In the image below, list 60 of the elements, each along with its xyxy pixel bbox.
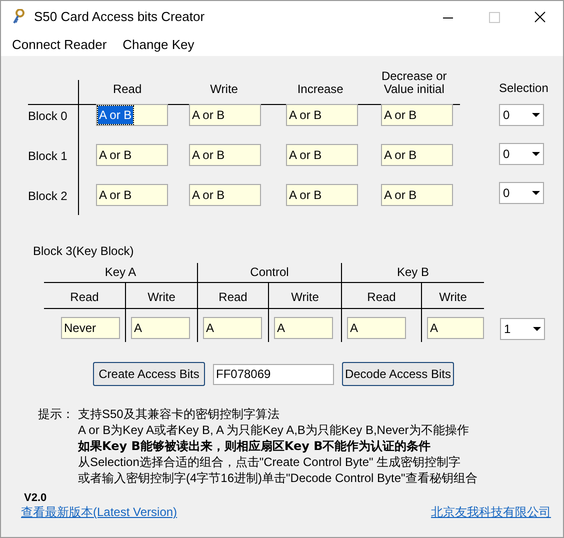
group-header: Key A [104,264,136,281]
row-label: Block 0 [28,109,68,123]
input-field[interactable]: A or B [286,144,358,166]
tip-text: A or B为Key A或者Key B, A 为只能Key A,B为只能Key B,Never为不能操作 [78,422,469,438]
input-field[interactable]: A or B [381,184,453,206]
tip-text: 如果Key B能够被读出来，则相应扇区Key B不能作为认证的条件 [78,438,431,454]
company-link[interactable]: 北京友我科技有限公司 [431,505,551,519]
caret-icon [533,327,541,331]
decode-access-bits-button[interactable]: Decode Access Bits [342,362,454,386]
input-field[interactable]: A or B [286,104,358,126]
create-access-bits-button[interactable]: Create Access Bits [93,362,205,386]
input-field[interactable]: A or B [286,184,358,206]
column-header: Selection [499,80,548,97]
column-header: Write [439,289,467,306]
column-header: Read [70,289,99,306]
row-label: Block 1 [28,149,68,163]
tip-text: 从Selection选择合适的组合，点击"Create Control Byte" 生成密钥控制字 [78,454,461,470]
window-title: S50 Card Access bits Creator [34,8,205,26]
input-field[interactable]: A [131,317,190,339]
input-field[interactable]: A or B [189,184,261,206]
column-header: Write [209,83,239,96]
input-field[interactable]: A [274,317,333,339]
column-header: Write [291,289,319,306]
input-field[interactable]: A [203,317,262,339]
access-bits-field[interactable]: FF078069 [213,364,334,384]
dropdown[interactable]: 0 [499,182,544,204]
version-label: V2.0 [24,492,47,504]
input-field[interactable]: A or B [96,144,168,166]
column-header: Read [112,83,143,96]
caret-icon [532,191,540,195]
tips-label: 提示： [38,406,75,423]
input-field[interactable]: A or B [189,144,261,166]
input-field[interactable]: Never [61,317,120,339]
column-header: Read [218,289,248,306]
menu-item[interactable]: Change Key [114,34,202,54]
dropdown[interactable]: 0 [499,143,544,165]
group-header: Control [250,264,289,281]
row-label: Block 2 [28,189,68,203]
input-field[interactable]: A or B [381,144,453,166]
input-field[interactable]: A or B [96,104,168,126]
input-field[interactable]: A [347,317,406,339]
input-field[interactable]: A or B [381,104,453,126]
input-field[interactable]: A or B [96,184,168,206]
section-title: Block 3(Key Block) [33,243,134,260]
group-header: Key B [396,264,429,281]
dropdown[interactable]: 1 [500,318,545,340]
tip-text: 或者输入密钥控制字(4字节16进制)单击"Decode Control Byte"查看秘钥组合 [78,470,478,486]
caret-icon [532,113,540,117]
tip-text: 支持S50及其兼容卡的密钥控制字算法 [78,406,280,422]
column-header: Read [367,289,396,306]
column-header: Write [148,289,176,306]
caret-icon [532,152,540,156]
input-field[interactable]: A [427,317,484,339]
dropdown[interactable]: 0 [499,104,544,126]
column-header: Increase [296,83,344,96]
menu-item[interactable]: Connect Reader [4,34,115,54]
input-field[interactable]: A or B [189,104,261,126]
key-icon [11,9,25,25]
column-header: Decrease or Value initial [380,70,448,96]
latest-version-link[interactable]: 查看最新版本(Latest Version) [21,505,178,519]
